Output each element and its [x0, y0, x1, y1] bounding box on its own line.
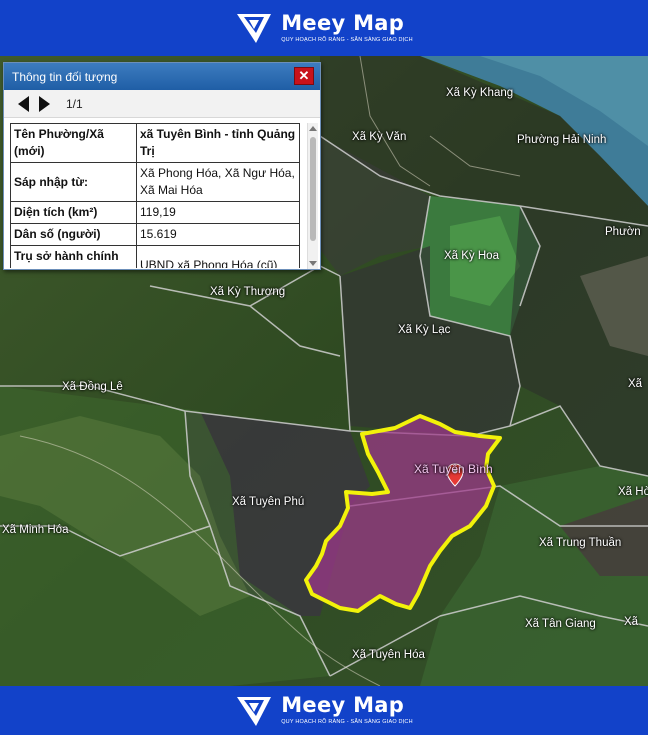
map-label-tuyen-hoa: Xã Tuyên Hóa — [352, 649, 425, 661]
panel-title: Thông tin đối tượng — [12, 69, 118, 84]
brand-name: Meey Map — [281, 10, 405, 35]
row-value: 119,19 — [136, 201, 300, 224]
map-label-ky-thuong: Xã Kỳ Thượng — [210, 286, 286, 298]
map-label-dong-le: Xã Đồng Lê — [62, 381, 123, 393]
map-label-tuyen-binh[interactable]: Xã Tuyên Bình — [414, 462, 493, 476]
page-indicator: 1/1 — [66, 96, 83, 111]
feature-info-panel: Thông tin đối tượng ✕ 1/1 Tên Phường/Xã … — [3, 62, 321, 270]
row-key: Dân số (người) — [10, 223, 137, 246]
map-label-xa-right2: Xã — [624, 616, 639, 628]
panel-scrollbar[interactable] — [307, 123, 318, 269]
bottom-banner: Meey Map QUY HOẠCH RÕ RÀNG - SẴN SÀNG GI… — [0, 686, 648, 735]
row-key: Tên Phường/Xã (mới) — [10, 123, 137, 163]
map-label-tan-giang: Xã Tân Giang — [525, 618, 596, 630]
row-value: Xã Phong Hóa, Xã Ngư Hóa, Xã Mai Hóa — [136, 162, 300, 202]
brand-logo: Meey Map QUY HOẠCH RÕ RÀNG - SẴN SÀNG GI… — [235, 11, 413, 45]
map-label-xa-right: Xã — [628, 378, 643, 390]
row-value: 15.619 — [136, 223, 300, 246]
table-row: Trụ sở hành chính (mới) UBND xã Phong Hó… — [10, 245, 300, 268]
brand-name: Meey Map — [281, 693, 405, 718]
info-table: Tên Phường/Xã (mới) xã Tuyên Bình - tỉnh… — [10, 123, 300, 268]
scroll-thumb[interactable] — [310, 137, 316, 241]
map-label-ky-van: Xã Kỳ Văn — [352, 131, 407, 143]
row-value: xã Tuyên Bình - tỉnh Quảng Trị — [136, 123, 300, 163]
brand-logo-bottom: Meey Map QUY HOẠCH RÕ RÀNG - SẴN SÀNG GI… — [235, 694, 413, 728]
previous-icon[interactable] — [18, 95, 29, 112]
map-label-ky-khang: Xã Kỳ Khang — [446, 87, 514, 99]
meey-logo-icon — [237, 696, 272, 726]
map-label-trung-thuan: Xã Trung Thuần — [539, 537, 622, 549]
table-row: Tên Phường/Xã (mới) xã Tuyên Bình - tỉnh… — [10, 123, 300, 163]
map-label-tuyen-phu: Xã Tuyên Phú — [232, 496, 305, 508]
panel-pager: 1/1 — [4, 90, 320, 118]
scroll-up-icon[interactable] — [309, 126, 317, 131]
map-label-ky-lac: Xã Kỳ Lạc — [398, 324, 451, 336]
row-key: Sáp nhập từ: — [10, 162, 137, 202]
info-table-scroll[interactable]: Tên Phường/Xã (mới) xã Tuyên Bình - tỉnh… — [10, 123, 306, 268]
brand-tagline: QUY HOẠCH RÕ RÀNG - SẴN SÀNG GIAO DỊCH — [281, 719, 413, 726]
table-row: Dân số (người) 15.619 — [10, 223, 300, 246]
row-value: UBND xã Phong Hóa (cũ) — [136, 245, 300, 268]
map-label-hai-ninh: Phường Hải Ninh — [517, 134, 607, 146]
panel-header: Thông tin đối tượng ✕ — [4, 63, 320, 90]
map-label-xa-ho: Xã Hò — [618, 486, 648, 498]
row-key: Trụ sở hành chính (mới) — [10, 245, 137, 268]
table-row: Sáp nhập từ: Xã Phong Hóa, Xã Ngư Hóa, X… — [10, 162, 300, 202]
map-label-ky-hoa: Xã Kỳ Hoa — [444, 250, 499, 262]
close-button[interactable]: ✕ — [294, 67, 314, 85]
row-key: Diện tích (km²) — [10, 201, 137, 224]
table-row: Diện tích (km²) 119,19 — [10, 201, 300, 224]
scroll-down-icon[interactable] — [309, 261, 317, 266]
top-banner: Meey Map QUY HOẠCH RÕ RÀNG - SẴN SÀNG GI… — [0, 0, 648, 56]
map-label-phuong-right: Phườn — [605, 226, 641, 238]
next-icon[interactable] — [39, 95, 50, 112]
brand-tagline: QUY HOẠCH RÕ RÀNG - SẴN SÀNG GIAO DỊCH — [281, 36, 413, 43]
meey-logo-icon — [237, 14, 272, 43]
map-label-minh-hoa: Xã Minh Hóa — [2, 524, 69, 536]
